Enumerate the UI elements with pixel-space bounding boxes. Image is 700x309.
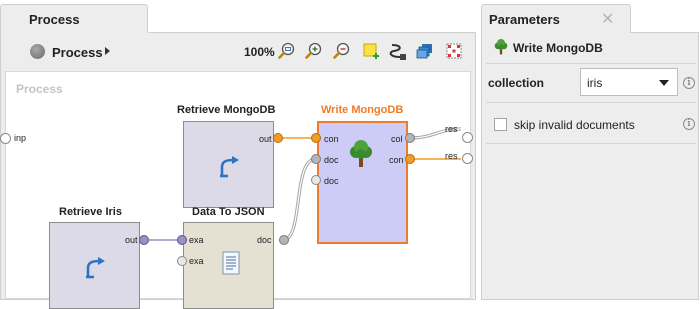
app-root: Process Process 100% Process inp res res… — [0, 0, 700, 309]
chevron-down-icon[interactable] — [659, 80, 669, 86]
process-panel: Process 100% Process inp res res Retriev… — [0, 32, 476, 309]
parameters-operator-name: Write MongoDB — [513, 41, 603, 55]
operator-retrieve-iris[interactable]: out — [49, 222, 140, 309]
port-in[interactable] — [311, 175, 321, 185]
layers-icon[interactable] — [415, 41, 435, 61]
collection-select[interactable]: iris — [580, 68, 678, 96]
zoom-out-icon[interactable] — [332, 41, 352, 61]
port-label: col — [391, 134, 403, 144]
tab-process[interactable]: Process — [0, 4, 148, 34]
port-label: exa — [189, 235, 204, 245]
info-icon[interactable]: i — [683, 118, 695, 130]
operator-name: Retrieve MongoDB — [177, 104, 276, 116]
port-out[interactable] — [405, 154, 415, 164]
operator-name-selected: Write MongoDB — [321, 104, 404, 116]
port-in[interactable] — [177, 235, 187, 245]
collection-value: iris — [587, 76, 603, 90]
process-root-icon — [30, 44, 45, 59]
port-out[interactable] — [279, 235, 289, 245]
close-icon[interactable]: ✕ — [601, 9, 614, 29]
port-label: doc — [324, 176, 339, 186]
port-out[interactable] — [405, 133, 415, 143]
operator-name: Retrieve Iris — [59, 206, 122, 218]
zoom-level: 100% — [244, 45, 275, 59]
port-in[interactable] — [311, 154, 321, 164]
port-in[interactable] — [177, 256, 187, 266]
operator-name: Data To JSON — [192, 206, 265, 218]
port-in[interactable] — [311, 133, 321, 143]
info-icon[interactable]: i — [683, 77, 695, 89]
operator-write-mongodb[interactable]: con doc doc col con — [317, 121, 408, 244]
result-port-label: res — [445, 151, 458, 161]
port-out[interactable] — [273, 133, 283, 143]
operator-retrieve-mongodb[interactable]: out — [183, 121, 274, 208]
auto-wire-icon[interactable] — [388, 41, 408, 61]
port-label: exa — [189, 256, 204, 266]
port-out[interactable] — [139, 235, 149, 245]
wire-doc[interactable] — [282, 157, 317, 242]
port-label: con — [389, 155, 404, 165]
port-label: con — [324, 134, 339, 144]
result-port-label: res — [445, 124, 458, 134]
result-port[interactable] — [462, 153, 473, 164]
port-label: out — [125, 235, 138, 245]
port-label: out — [259, 134, 272, 144]
parameters-panel: Write MongoDB collection iris i skip inv… — [481, 32, 699, 300]
add-note-icon[interactable] — [361, 41, 381, 61]
skip-invalid-label[interactable]: skip invalid documents — [514, 118, 635, 132]
breadcrumb-arrow-icon[interactable] — [105, 47, 110, 55]
param-row-collection: collection iris i — [486, 63, 696, 101]
zoom-in-icon[interactable] — [304, 41, 324, 61]
tab-process-label: Process — [29, 12, 80, 27]
port-label: doc — [324, 155, 339, 165]
result-port[interactable] — [462, 132, 473, 143]
skip-invalid-checkbox[interactable] — [494, 118, 507, 131]
tree-icon — [348, 140, 374, 168]
breadcrumb-process[interactable]: Process — [52, 45, 103, 60]
tree-icon — [493, 39, 509, 55]
process-canvas[interactable]: Process inp res res Retrieve MongoDB out… — [0, 71, 473, 309]
tab-parameters-label: Parameters — [489, 12, 560, 27]
process-input-port[interactable] — [0, 133, 11, 144]
port-label: doc — [257, 235, 272, 245]
tab-parameters[interactable]: Parameters ✕ — [481, 4, 631, 34]
operator-data-to-json[interactable]: exa exa doc — [183, 222, 274, 309]
retrieve-arrow-icon — [84, 257, 108, 279]
collection-label: collection — [488, 76, 545, 90]
zoom-fit-icon[interactable] — [277, 41, 297, 61]
arrange-icon[interactable] — [444, 41, 464, 61]
panel-divider — [631, 32, 699, 33]
process-input-label: inp — [14, 133, 27, 143]
param-row-skip-invalid: skip invalid documents i — [486, 102, 696, 144]
panel-divider — [149, 32, 476, 33]
retrieve-arrow-icon — [218, 156, 242, 178]
document-icon — [222, 251, 240, 275]
